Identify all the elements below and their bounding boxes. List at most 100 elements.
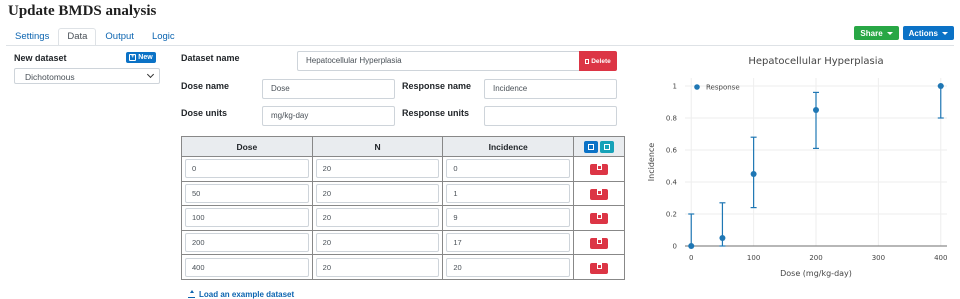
delete-row-button[interactable] <box>590 188 609 200</box>
dose-cell: 400 <box>181 254 313 280</box>
n-cell: 20 <box>311 205 444 231</box>
row-actions-cell <box>573 180 625 207</box>
delete-label: Delete <box>591 57 611 65</box>
legend-marker <box>694 84 700 90</box>
incidence-input[interactable]: 9 <box>446 208 571 228</box>
tab-data[interactable]: Data <box>58 28 97 46</box>
import-file-button[interactable] <box>600 140 615 153</box>
dose-input[interactable]: 400 <box>185 257 309 277</box>
chevron-down-icon <box>146 70 155 79</box>
row-actions-cell <box>573 229 625 256</box>
table-row: 100 20 9 <box>181 205 625 231</box>
n-cell: 20 <box>311 156 444 182</box>
row-actions-cell <box>573 205 625 231</box>
incidence-cell: 20 <box>442 254 575 280</box>
delete-row-button[interactable] <box>590 164 609 176</box>
tab-logic[interactable]: Logic <box>143 28 184 46</box>
row-actions-cell <box>573 254 625 280</box>
x-tick-label: 0 <box>689 254 693 262</box>
column-header-n: N <box>311 136 444 157</box>
dose-input[interactable]: 200 <box>185 233 309 253</box>
dose-units-input[interactable]: mg/kg-day <box>262 106 395 126</box>
chart-title: Hepatocellular Hyperplasia <box>748 56 883 67</box>
y-tick-label: 0.4 <box>666 179 678 187</box>
incidence-input[interactable]: 0 <box>446 159 571 179</box>
n-input[interactable]: 20 <box>315 183 440 203</box>
plus-square-icon: + <box>129 54 137 61</box>
upload-icon <box>188 290 195 298</box>
data-point <box>813 107 819 113</box>
new-dataset-label: New dataset <box>14 53 67 63</box>
delete-row-button[interactable] <box>590 262 609 274</box>
column-header-actions <box>573 136 625 157</box>
incidence-cell: 17 <box>442 229 575 256</box>
column-header-dose: Dose <box>181 136 313 157</box>
response-units-label: Response units <box>402 108 470 118</box>
dose-response-table: Dose N Incidence 0 20 0 50 20 1 100 20 9… <box>181 136 625 280</box>
x-tick-label: 200 <box>809 254 822 262</box>
y-tick-label: 0.6 <box>666 147 678 155</box>
incidence-cell: 0 <box>442 156 575 182</box>
trash-icon <box>596 262 602 269</box>
n-cell: 20 <box>311 229 444 256</box>
share-button[interactable]: Share <box>854 26 899 40</box>
dose-input[interactable]: 100 <box>185 208 309 228</box>
page-title: Update BMDS analysis <box>8 3 157 19</box>
plus-square-icon <box>588 143 595 150</box>
trash-icon <box>596 213 602 220</box>
incidence-input[interactable]: 1 <box>446 183 571 203</box>
table-row: 50 20 1 <box>181 180 625 207</box>
response-name-input[interactable]: Incidence <box>484 79 617 99</box>
n-input[interactable]: 20 <box>315 159 440 179</box>
tab-settings[interactable]: Settings <box>6 28 58 46</box>
tab-divider <box>6 45 954 46</box>
data-point <box>688 243 695 249</box>
response-units-input[interactable] <box>484 106 617 126</box>
n-cell: 20 <box>311 180 444 207</box>
new-dataset-button[interactable]: + New <box>126 52 156 63</box>
tab-output[interactable]: Output <box>96 28 143 46</box>
load-example-label: Load an example dataset <box>199 290 295 299</box>
x-axis-title: Dose (mg/kg-day) <box>780 269 852 278</box>
y-tick-label: 0 <box>673 243 677 251</box>
dose-cell: 100 <box>181 205 313 231</box>
caret-down-icon <box>942 31 948 35</box>
dataset-name-label: Dataset name <box>181 53 240 63</box>
actions-button[interactable]: Actions <box>902 26 954 40</box>
x-tick-label: 100 <box>747 254 760 262</box>
incidence-input[interactable]: 20 <box>446 257 571 277</box>
delete-row-button[interactable] <box>590 238 609 250</box>
dose-input[interactable]: 0 <box>185 159 309 179</box>
dose-input[interactable]: 50 <box>185 183 309 203</box>
data-point <box>719 235 726 241</box>
x-tick-label: 400 <box>934 254 947 262</box>
n-input[interactable]: 20 <box>315 257 440 277</box>
column-header-incidence: Incidence <box>442 136 575 157</box>
x-tick-label: 300 <box>872 254 885 262</box>
incidence-input[interactable]: 17 <box>446 233 571 253</box>
actions-label: Actions <box>908 28 938 38</box>
add-row-button[interactable] <box>584 140 599 153</box>
delete-row-button[interactable] <box>590 213 609 225</box>
file-icon <box>604 143 611 150</box>
delete-dataset-button[interactable]: Delete <box>579 51 617 71</box>
y-tick-label: 0.8 <box>666 115 677 123</box>
caret-down-icon <box>886 31 893 35</box>
y-tick-label: 0.2 <box>666 211 677 219</box>
n-cell: 20 <box>311 254 444 280</box>
dose-response-chart: Hepatocellular Hyperplasia 0 0.2 0.4 0.6 0.8 1… <box>647 56 947 278</box>
trash-icon <box>596 238 602 245</box>
n-input[interactable]: 20 <box>315 208 440 228</box>
dose-cell: 0 <box>181 156 313 182</box>
y-axis-title: Incidence <box>647 143 656 182</box>
dataset-name-input[interactable]: Hepatocellular Hyperplasia <box>297 51 580 71</box>
dose-cell: 200 <box>181 229 313 256</box>
dose-name-input[interactable]: Dose <box>262 79 395 99</box>
load-example-link[interactable]: Load an example dataset <box>188 290 294 299</box>
trash-icon <box>585 58 590 64</box>
n-input[interactable]: 20 <box>315 233 440 253</box>
table-row: 200 20 17 <box>181 229 625 256</box>
table-row: 400 20 20 <box>181 254 625 280</box>
dataset-type-select[interactable]: Dichotomous <box>14 68 160 84</box>
response-name-label: Response name <box>402 81 472 91</box>
